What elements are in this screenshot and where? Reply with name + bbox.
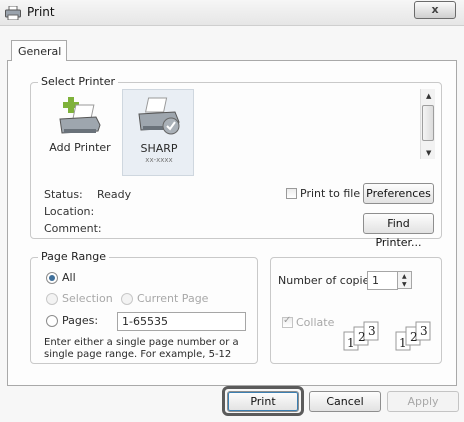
page-range-legend: Page Range <box>38 250 109 263</box>
radio-current-page[interactable] <box>121 293 133 305</box>
status-label: Status: <box>44 188 83 201</box>
copies-input[interactable]: 1 <box>367 271 398 290</box>
print-to-file-label: Print to file <box>300 187 361 200</box>
scroll-up-icon[interactable]: ▲ <box>426 92 431 100</box>
find-printer-button[interactable]: Find Printer... <box>363 213 434 249</box>
printer-name: Add Printer <box>49 141 111 154</box>
location-row: Location: <box>44 205 94 218</box>
copies-label: Number of copies: <box>278 274 379 287</box>
scroll-thumb[interactable] <box>422 105 434 141</box>
collate-pages-icon: 1 2 3 1 2 3 <box>343 321 431 351</box>
scroll-down-icon[interactable]: ▼ <box>426 149 431 157</box>
page-range-hint: Enter either a single page number or a s… <box>44 337 239 360</box>
collate-checkbox[interactable] <box>282 315 293 328</box>
preferences-button[interactable]: Preferences <box>363 183 434 204</box>
add-printer-icon <box>59 97 101 134</box>
collate-page-2: 2 <box>358 330 366 344</box>
collate-page-1: 1 <box>347 336 355 350</box>
printer-model: xx-xxxx <box>145 156 173 164</box>
printer-list[interactable]: Add Printer SHARP xx-xxxx <box>44 89 434 176</box>
comment-label: Comment: <box>44 222 102 235</box>
select-printer-legend: Select Printer <box>38 75 119 88</box>
collate-label: Collate <box>296 316 335 329</box>
printer-item-add-printer[interactable]: Add Printer <box>44 89 116 176</box>
copies-stepper[interactable]: ▲ ▼ <box>397 271 412 289</box>
apply-button[interactable]: Apply <box>387 391 459 412</box>
radio-selection[interactable] <box>46 293 58 305</box>
radio-pages-label: Pages: <box>62 314 99 327</box>
close-button[interactable]: x <box>414 1 456 19</box>
stepper-down-icon[interactable]: ▼ <box>402 281 407 288</box>
printer-item-sharp[interactable]: SHARP xx-xxxx <box>122 89 194 176</box>
radio-all[interactable] <box>46 272 58 284</box>
radio-all-label: All <box>62 271 76 284</box>
collate-page-3: 3 <box>368 324 376 338</box>
printer-name: SHARP <box>140 142 178 155</box>
collate-page-5: 2 <box>410 330 418 344</box>
collate-page-4: 1 <box>399 336 407 350</box>
comment-row: Comment: <box>44 222 102 235</box>
collate-page-6: 3 <box>420 324 428 338</box>
cancel-button[interactable]: Cancel <box>309 391 381 412</box>
printer-icon <box>5 6 21 20</box>
printer-list-scrollbar[interactable]: ▲ ▼ <box>420 89 435 159</box>
window-title: Print <box>27 5 55 19</box>
tab-general[interactable]: General <box>11 40 67 61</box>
radio-current-page-label: Current Page <box>137 292 209 305</box>
printer-default-icon <box>138 97 180 135</box>
print-button[interactable]: Print <box>227 391 299 412</box>
print-to-file-checkbox[interactable] <box>286 188 297 199</box>
pages-input[interactable]: 1-65535 <box>117 312 246 331</box>
status-row: Status: Ready <box>44 188 131 201</box>
radio-pages[interactable] <box>46 315 58 327</box>
stepper-up-icon[interactable]: ▲ <box>402 273 407 280</box>
status-value: Ready <box>97 188 132 201</box>
close-icon: x <box>431 3 439 16</box>
title-bar: Print x <box>0 0 464 26</box>
radio-selection-label: Selection <box>62 292 113 305</box>
location-label: Location: <box>44 205 95 218</box>
